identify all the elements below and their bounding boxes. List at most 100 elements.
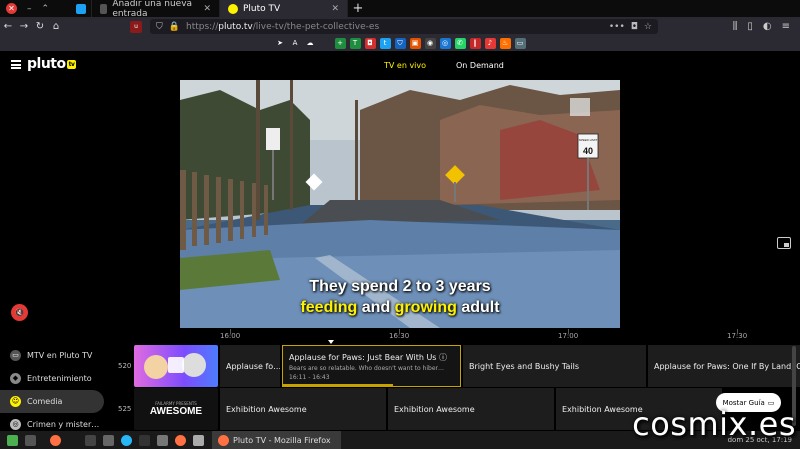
guide-timebar: 16:00 16:30 17:00 17:30: [134, 329, 800, 344]
monitor-launcher-icon[interactable]: [139, 434, 150, 446]
tab-nueva-entrada[interactable]: Añadir una nueva entrada ✕: [92, 0, 220, 19]
smiley-icon: ☺: [10, 396, 21, 407]
category-list: ▭ MTV en Pluto TV ◆ Entretenimiento ☺ Co…: [0, 344, 104, 436]
bookmark-cloud-icon[interactable]: ☁: [304, 38, 316, 49]
speed-limit-value: 40: [583, 146, 593, 156]
tab-label: Pluto TV: [243, 3, 281, 14]
tab-close-icon[interactable]: ✕: [203, 4, 211, 14]
bookmark-arrow-icon[interactable]: ➤: [274, 38, 286, 49]
channel-logo-awesome[interactable]: FAILARMY PRESENTS AWESOME: [134, 388, 218, 430]
program-progress-bar: [283, 384, 393, 386]
reload-icon[interactable]: ↻: [32, 21, 48, 32]
bookmark-chat-icon[interactable]: ◎: [439, 38, 451, 49]
telegram-icon[interactable]: [121, 434, 132, 446]
bookmark-pinterest-icon[interactable]: ‖: [469, 38, 481, 49]
bookmark-shield-icon[interactable]: ⛉: [394, 38, 406, 49]
browser-nav-bar: ← → ↻ ⌂ u ⛉ 🔒 https://pluto.tv/live-tv/t…: [0, 17, 800, 36]
hamburger-menu-icon[interactable]: [11, 60, 21, 69]
category-label: Entretenimiento: [27, 374, 92, 383]
pluto-logo[interactable]: pluto tv: [27, 56, 77, 72]
pluto-favicon-icon: [228, 3, 238, 14]
guide-row-520: 520 Applause fo… Applause for Paws: Just…: [112, 345, 800, 387]
nav-tv-en-vivo[interactable]: TV en vivo: [384, 61, 426, 70]
bookmark-star-icon[interactable]: ☆: [644, 22, 652, 32]
nav-on-demand[interactable]: On Demand: [456, 61, 504, 70]
bookmarks-bar: ➤ A ☁ + T ◘ t ⛉ ▣ ◉ ◎ ✆ ‖ ♪ ♨ ▭: [0, 36, 800, 51]
sidebar-icon[interactable]: ▯: [747, 21, 753, 32]
page-actions-icon[interactable]: •••: [609, 22, 625, 32]
watermark: cosmix.es: [632, 405, 796, 443]
time-label: 16:00: [220, 332, 241, 340]
screen: ✕ – ⌃ Añadir una nueva entrada ✕ Pluto T…: [0, 0, 800, 449]
time-label: 16:30: [389, 332, 410, 340]
window-minimize-icon[interactable]: –: [27, 4, 32, 14]
bookmark-t-icon[interactable]: T: [349, 38, 361, 49]
tab-pluto-tv[interactable]: Pluto TV ✕: [220, 0, 348, 17]
start-menu-icon[interactable]: [7, 434, 18, 446]
bookmark-music-icon[interactable]: ♪: [484, 38, 496, 49]
pinned-tab-twitter[interactable]: [70, 0, 92, 17]
program-cell[interactable]: Applause fo…: [220, 345, 280, 387]
speed-limit-label: SPEED LIMIT: [579, 138, 598, 142]
channel-number: 520: [118, 362, 132, 370]
extension-icon[interactable]: ◐: [763, 21, 772, 32]
video-player[interactable]: 40 SPEED LIMIT They spend 2 to 3 years f…: [180, 80, 620, 328]
program-cell[interactable]: Applause for Paws: One If By Land, Ch: [648, 345, 800, 387]
bookmark-fire-icon[interactable]: ♨: [499, 38, 511, 49]
tab-close-icon[interactable]: ✕: [331, 4, 339, 14]
window-close-icon[interactable]: ✕: [6, 3, 17, 14]
lock-icon[interactable]: 🔒: [169, 22, 180, 32]
bookmark-box-icon[interactable]: ▣: [409, 38, 421, 49]
firefox-launcher-icon[interactable]: [50, 434, 61, 446]
menu-icon[interactable]: ≡: [782, 21, 790, 32]
url-bar[interactable]: ⛉ 🔒 https://pluto.tv/live-tv/the-pet-col…: [150, 19, 658, 34]
ublock-icon[interactable]: u: [130, 20, 142, 33]
now-marker: [328, 340, 334, 344]
bookmark-folder-icon[interactable]: ▭: [514, 38, 526, 49]
library-icon[interactable]: ⫼: [733, 21, 738, 32]
files-icon[interactable]: [85, 434, 96, 446]
taskbar-firefox-window[interactable]: Pluto TV - Mozilla Firefox: [212, 431, 341, 449]
pocket-icon[interactable]: ◘: [631, 22, 638, 32]
forward-icon[interactable]: →: [16, 21, 32, 32]
category-item-comedia[interactable]: ☺ Comedia: [0, 390, 104, 413]
time-label: 17:00: [558, 332, 579, 340]
bookmark-pocket-icon[interactable]: ◘: [364, 38, 376, 49]
program-title: Applause for Paws: Just Bear With Us ⓘ: [289, 352, 448, 362]
time-label: 17:30: [727, 332, 748, 340]
app-launcher-icon[interactable]: [193, 434, 204, 446]
subtitle-line-2: feeding and growing adult: [300, 299, 500, 316]
desktop-icon[interactable]: [25, 434, 36, 446]
toolbar-right: ⫼ ▯ ◐ ≡: [733, 21, 800, 32]
bookmark-camera-icon[interactable]: ◉: [424, 38, 436, 49]
masks-icon: ◆: [10, 373, 21, 384]
back-icon[interactable]: ←: [0, 21, 16, 32]
category-item-entretenimiento[interactable]: ◆ Entretenimiento: [0, 367, 104, 390]
new-tab-button[interactable]: +: [348, 1, 368, 16]
tab-label: Añadir una nueva entrada: [112, 0, 193, 19]
channel-logo-pet-collective[interactable]: [134, 345, 218, 387]
subtitle-line-1: They spend 2 to 3 years: [309, 278, 491, 295]
info-icon[interactable]: ⓘ: [439, 353, 447, 362]
category-item-mtv[interactable]: ▭ MTV en Pluto TV: [0, 344, 104, 367]
window-maximize-icon[interactable]: ⌃: [42, 4, 50, 14]
firefox-alt-icon[interactable]: [175, 434, 186, 446]
mute-icon[interactable]: 🔇: [11, 304, 28, 321]
url-text[interactable]: https://pluto.tv/live-tv/the-pet-collect…: [186, 22, 603, 32]
terminal-icon[interactable]: [103, 434, 114, 446]
bookmark-whatsapp-icon[interactable]: ✆: [454, 38, 466, 49]
program-cell[interactable]: Bright Eyes and Bushy Tails: [463, 345, 646, 387]
program-cell-current[interactable]: Applause for Paws: Just Bear With Us ⓘ B…: [282, 345, 461, 387]
firefox-icon: [218, 434, 229, 446]
bookmark-a-icon[interactable]: A: [289, 38, 301, 49]
picture-in-picture-icon[interactable]: [777, 237, 791, 249]
program-cell[interactable]: Exhibition Awesome: [220, 388, 386, 430]
program-description: Bears are so relatable. Who doesn't want…: [289, 364, 445, 372]
bookmark-apple-icon[interactable]: [319, 38, 331, 49]
chat-launcher-icon[interactable]: [157, 434, 168, 446]
home-icon[interactable]: ⌂: [48, 21, 64, 32]
bookmark-plus-icon[interactable]: +: [334, 38, 346, 49]
shield-icon[interactable]: ⛉: [156, 22, 163, 32]
bookmark-twitter-icon[interactable]: t: [379, 38, 391, 49]
program-cell[interactable]: Exhibition Awesome: [388, 388, 554, 430]
